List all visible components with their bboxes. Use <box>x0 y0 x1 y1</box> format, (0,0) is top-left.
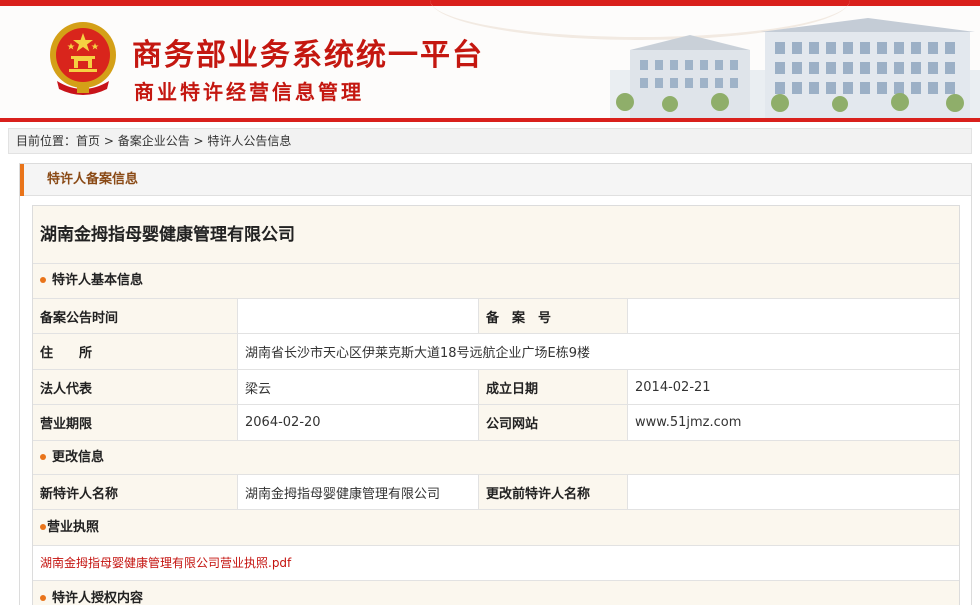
panel-title: 特许人备案信息 <box>47 172 139 187</box>
bullet-icon <box>40 276 46 283</box>
section-change-info: 更改信息 <box>33 441 959 475</box>
new-franchisor-name-value: 湖南金拇指母婴健康管理有限公司 <box>238 475 479 509</box>
announce-time-label: 备案公告时间 <box>33 299 238 333</box>
panel-accent-bar <box>20 164 24 196</box>
announce-time-value <box>238 299 479 333</box>
previous-franchisor-name-value <box>628 475 959 509</box>
company-website-label: 公司网站 <box>479 405 628 440</box>
bullet-icon <box>40 523 46 530</box>
header-bottom-stripe <box>0 118 980 122</box>
legal-representative-value: 梁云 <box>238 370 479 404</box>
breadcrumb-home-link[interactable]: 首页 <box>76 134 100 148</box>
company-detail-table: 湖南金拇指母婴健康管理有限公司 特许人基本信息 备案公告时间 备 案 号 住 所… <box>32 205 960 605</box>
company-website-value: www.51jmz.com <box>635 415 742 430</box>
site-header: 商务部业务系统统一平台 商业特许经营信息管理 <box>0 0 980 122</box>
breadcrumb: 目前位置：首页 > 备案企业公告 > 特许人公告信息 <box>8 128 972 154</box>
breadcrumb-prefix: 目前位置： <box>16 134 77 148</box>
business-term-label: 营业期限 <box>33 405 238 440</box>
new-franchisor-name-label: 新特许人名称 <box>33 475 238 509</box>
section-title-authorization: 特许人授权内容 <box>52 591 144 605</box>
system-subtitle: 商业特许经营信息管理 <box>134 80 364 104</box>
table-row: 法人代表 梁云 成立日期 2014-02-21 <box>33 370 959 405</box>
record-number-label: 备 案 号 <box>479 299 628 333</box>
founded-date-label: 成立日期 <box>479 370 628 404</box>
section-title-basic-info: 特许人基本信息 <box>52 273 144 288</box>
table-row: 备案公告时间 备 案 号 <box>33 299 959 334</box>
bullet-icon <box>40 453 46 460</box>
business-term-value: 2064-02-20 <box>238 405 479 440</box>
section-business-license: 营业执照 <box>33 510 959 546</box>
previous-franchisor-name-label: 更改前特许人名称 <box>479 475 628 509</box>
panel-header: 特许人备案信息 <box>20 164 971 196</box>
record-number-value <box>628 299 959 333</box>
address-value: 湖南省长沙市天心区伊莱克斯大道18号远航企业广场E栋9楼 <box>245 346 591 361</box>
breadcrumb-separator: > <box>189 134 208 148</box>
table-row: 住 所 湖南省长沙市天心区伊莱克斯大道18号远航企业广场E栋9楼 <box>33 334 959 370</box>
section-title-business-license: 营业执照 <box>47 520 100 535</box>
address-label: 住 所 <box>33 334 238 369</box>
legal-representative-label: 法人代表 <box>33 370 238 404</box>
section-authorization: 特许人授权内容 <box>33 581 959 605</box>
breadcrumb-separator: > <box>100 134 118 148</box>
platform-title: 商务部业务系统统一平台 <box>132 38 484 73</box>
table-row: 营业期限 2064-02-20 公司网站 www.51jmz.com <box>33 405 959 441</box>
section-basic-info: 特许人基本信息 <box>33 264 959 299</box>
breadcrumb-filing-announcements-link[interactable]: 备案企业公告 <box>118 134 190 148</box>
ministry-building-illustration <box>610 18 980 118</box>
license-file-row: 湖南金拇指母婴健康管理有限公司营业执照.pdf <box>33 546 959 581</box>
business-license-pdf-link[interactable]: 湖南金拇指母婴健康管理有限公司营业执照.pdf <box>40 556 291 570</box>
company-name-heading: 湖南金拇指母婴健康管理有限公司 <box>33 206 959 264</box>
national-emblem-icon <box>50 22 116 95</box>
bullet-icon <box>40 594 46 601</box>
breadcrumb-current-page[interactable]: 特许人公告信息 <box>207 134 291 148</box>
section-title-change-info: 更改信息 <box>52 450 105 465</box>
founded-date-value: 2014-02-21 <box>635 379 711 395</box>
table-row: 新特许人名称 湖南金拇指母婴健康管理有限公司 更改前特许人名称 <box>33 475 959 510</box>
